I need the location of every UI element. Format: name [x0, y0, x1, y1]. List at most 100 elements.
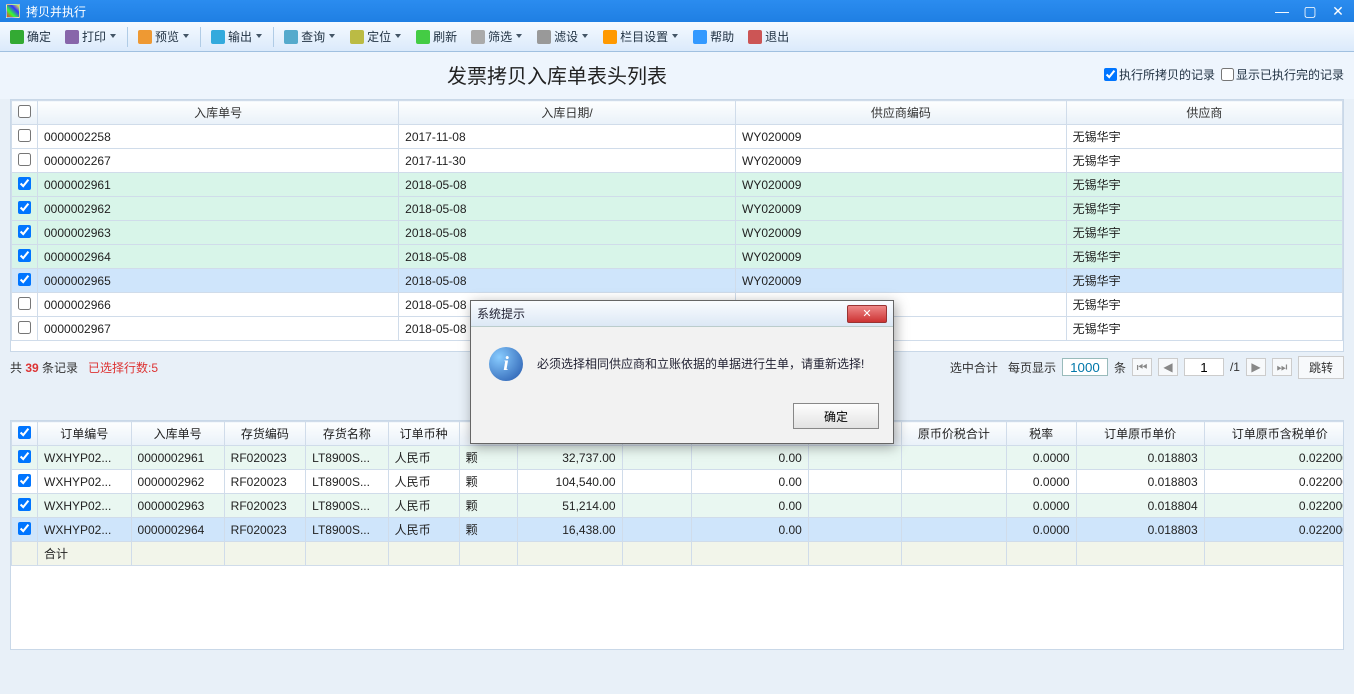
dialog-title: 系统提示 [477, 305, 847, 322]
help-button[interactable]: 帮助 [687, 25, 740, 48]
app-icon [6, 4, 20, 18]
print-icon [65, 30, 79, 44]
chevron-down-icon [394, 34, 402, 40]
header-area: 发票拷贝入库单表头列表 执行所拷贝的记录 显示已执行完的记录 [0, 52, 1354, 99]
next-page-button[interactable]: ▶ [1246, 358, 1266, 376]
column-header[interactable]: 订单币种 [388, 422, 459, 446]
chevron-down-icon [182, 34, 190, 40]
dialog-ok-button[interactable]: 确定 [793, 403, 879, 429]
filterset-button[interactable]: 滤设 [531, 25, 595, 48]
system-prompt-dialog: 系统提示 ✕ i 必须选择相同供应商和立账依据的单据进行生单，请重新选择! 确定 [470, 300, 894, 444]
help-icon [693, 30, 707, 44]
selected-count: 已选择行数:5 [88, 359, 158, 376]
maximize-button[interactable]: ▢ [1300, 4, 1320, 18]
table-row[interactable]: 00000029632018-05-08WY020009无锡华宇 [12, 221, 1343, 245]
first-page-button[interactable]: ⏮ [1132, 358, 1152, 376]
cols-button[interactable]: 栏目设置 [597, 25, 685, 48]
filter-button[interactable]: 筛选 [465, 25, 529, 48]
table-row[interactable]: 00000022672017-11-30WY020009无锡华宇 [12, 149, 1343, 173]
show-done-checkbox[interactable]: 显示已执行完的记录 [1221, 66, 1344, 83]
jump-button[interactable]: 跳转 [1298, 356, 1344, 379]
row-checkbox[interactable] [18, 201, 31, 214]
toolbar: 确定打印预览输出查询定位刷新筛选滤设栏目设置帮助退出 [0, 22, 1354, 52]
row-checkbox[interactable] [18, 177, 31, 190]
row-checkbox[interactable] [18, 522, 31, 535]
cols-icon [603, 30, 617, 44]
select-all-lower[interactable] [18, 426, 31, 439]
row-checkbox[interactable] [18, 129, 31, 142]
close-button[interactable]: ✕ [1328, 4, 1348, 18]
lower-table[interactable]: 订单编号入库单号存货编码存货名称订单币种主计量币税额原币价税合计税率订单原币单价… [10, 420, 1344, 650]
column-header[interactable]: 供应商 [1066, 101, 1342, 125]
output-button[interactable]: 输出 [205, 25, 269, 48]
dialog-message: 必须选择相同供应商和立账依据的单据进行生单，请重新选择! [537, 347, 875, 372]
locate-button[interactable]: 定位 [344, 25, 408, 48]
record-total: 共 39 条记录 [10, 359, 78, 376]
exit-icon [748, 30, 762, 44]
page-title: 发票拷贝入库单表头列表 [10, 60, 1104, 89]
table-row[interactable]: 00000029612018-05-08WY020009无锡华宇 [12, 173, 1343, 197]
row-checkbox[interactable] [18, 450, 31, 463]
table-row[interactable]: 00000029622018-05-08WY020009无锡华宇 [12, 197, 1343, 221]
column-header[interactable]: 入库单号 [131, 422, 224, 446]
row-checkbox[interactable] [18, 498, 31, 511]
row-checkbox[interactable] [18, 321, 31, 334]
dialog-close-button[interactable]: ✕ [847, 305, 887, 323]
table-row[interactable]: 00000029652018-05-08WY020009无锡华宇 [12, 269, 1343, 293]
row-checkbox[interactable] [18, 225, 31, 238]
query-icon [284, 30, 298, 44]
print-button[interactable]: 打印 [59, 25, 123, 48]
row-checkbox[interactable] [18, 273, 31, 286]
column-header[interactable]: 入库单号 [38, 101, 399, 125]
column-header[interactable]: 供应商编码 [736, 101, 1067, 125]
refresh-button[interactable]: 刷新 [410, 25, 463, 48]
select-all-upper[interactable] [18, 105, 31, 118]
page-size-input[interactable] [1062, 358, 1108, 376]
table-row[interactable]: 00000029642018-05-08WY020009无锡华宇 [12, 245, 1343, 269]
row-checkbox[interactable] [18, 474, 31, 487]
total-row: 合计 [12, 542, 1345, 566]
filterset-icon [537, 30, 551, 44]
exit-button[interactable]: 退出 [742, 25, 795, 48]
refresh-icon [416, 30, 430, 44]
chevron-down-icon [109, 34, 117, 40]
window-title: 拷贝并执行 [26, 3, 1272, 20]
row-checkbox[interactable] [18, 153, 31, 166]
table-row[interactable]: 00000022582017-11-08WY020009无锡华宇 [12, 125, 1343, 149]
table-row[interactable]: WXHYP02...0000002961RF020023LT8900S...人民… [12, 446, 1345, 470]
row-checkbox[interactable] [18, 297, 31, 310]
output-icon [211, 30, 225, 44]
column-header[interactable]: 税率 [1006, 422, 1076, 446]
page-number-input[interactable] [1184, 358, 1224, 376]
chevron-down-icon [328, 34, 336, 40]
minimize-button[interactable]: — [1272, 4, 1292, 18]
table-row[interactable]: WXHYP02...0000002962RF020023LT8900S...人民… [12, 470, 1345, 494]
chevron-down-icon [515, 34, 523, 40]
confirm-button[interactable]: 确定 [4, 25, 57, 48]
chevron-down-icon [255, 34, 263, 40]
column-header[interactable]: 订单编号 [38, 422, 132, 446]
column-header[interactable]: 原币价税合计 [901, 422, 1006, 446]
table-row[interactable]: WXHYP02...0000002963RF020023LT8900S...人民… [12, 494, 1345, 518]
row-checkbox[interactable] [18, 249, 31, 262]
info-icon: i [489, 347, 523, 381]
table-row[interactable]: WXHYP02...0000002964RF020023LT8900S...人民… [12, 518, 1345, 542]
chevron-down-icon [671, 34, 679, 40]
confirm-icon [10, 30, 24, 44]
preview-icon [138, 30, 152, 44]
column-header[interactable]: 订单原币单价 [1076, 422, 1204, 446]
last-page-button[interactable]: ⏭ [1272, 358, 1292, 376]
title-bar: 拷贝并执行 — ▢ ✕ [0, 0, 1354, 22]
preview-button[interactable]: 预览 [132, 25, 196, 48]
query-button[interactable]: 查询 [278, 25, 342, 48]
column-header[interactable]: 入库日期/ [399, 101, 736, 125]
column-header[interactable]: 存货名称 [306, 422, 388, 446]
selected-sum-label: 选中合计 [950, 359, 998, 376]
prev-page-button[interactable]: ◀ [1158, 358, 1178, 376]
chevron-down-icon [581, 34, 589, 40]
exec-copied-checkbox[interactable]: 执行所拷贝的记录 [1104, 66, 1215, 83]
filter-icon [471, 30, 485, 44]
locate-icon [350, 30, 364, 44]
column-header[interactable]: 存货编码 [224, 422, 305, 446]
column-header[interactable]: 订单原币含税单价 [1204, 422, 1344, 446]
